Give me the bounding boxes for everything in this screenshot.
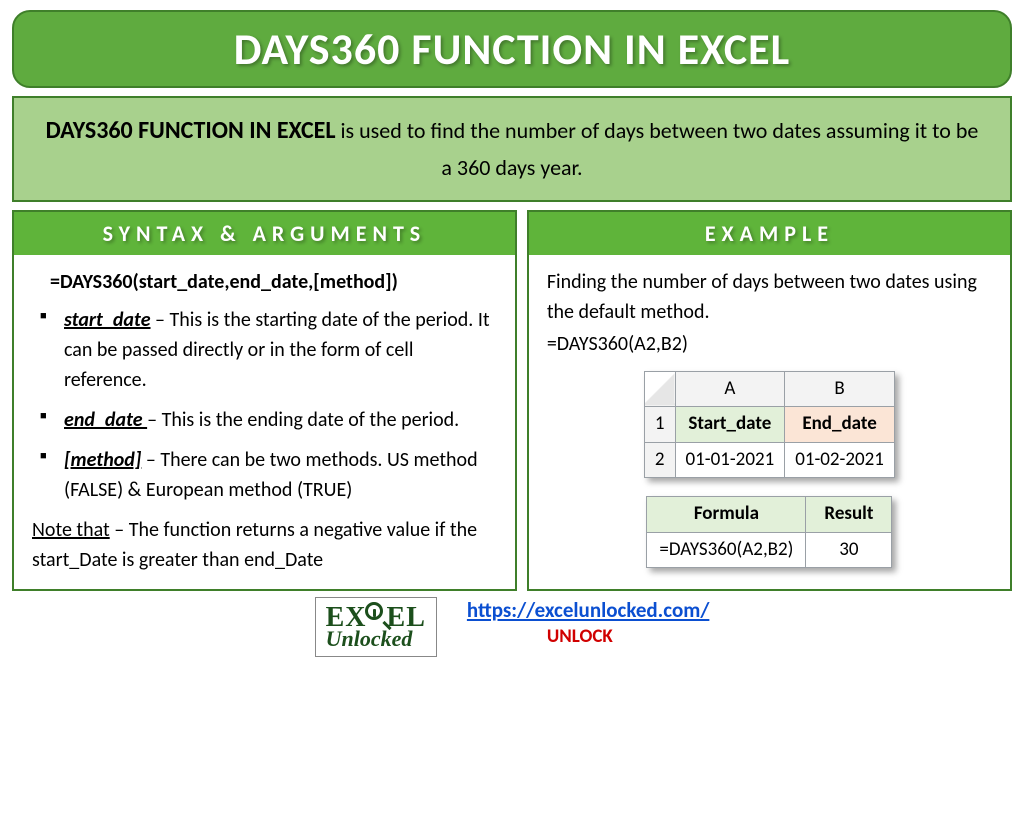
description-rest: is used to find the number of days betwe… (336, 117, 979, 181)
row-header-2: 2 (644, 442, 675, 478)
note-label: Note that (32, 518, 110, 542)
arg-item: start_date – This is the starting date o… (40, 305, 497, 395)
title-bar: DAYS360 FUNCTION IN EXCEL (12, 10, 1012, 88)
syntax-body: =DAYS360(start_date,end_date,[method]) s… (14, 255, 515, 589)
value-cell-end-date: 01-02-2021 (785, 442, 895, 478)
example-intro: Finding the number of days between two d… (547, 267, 992, 327)
example-heading: EXAMPLE (529, 212, 1010, 255)
infographic-page: DAYS360 FUNCTION IN EXCEL DAYS360 FUNCTI… (0, 0, 1024, 657)
table-corner (644, 371, 675, 407)
site-link[interactable]: https://excelunlocked.com/ (467, 597, 709, 623)
syntax-note: Note that – The function returns a negat… (32, 515, 497, 575)
argument-list: start_date – This is the starting date o… (32, 305, 497, 505)
footer: EXEL Unlocked https://excelunlocked.com/… (12, 597, 1012, 657)
result-value-cell: 30 (806, 532, 892, 568)
result-header-formula: Formula (647, 497, 806, 533)
header-cell-end-date: End_date (785, 407, 895, 443)
syntax-formula: =DAYS360(start_date,end_date,[method]) (50, 267, 497, 297)
arg-name: end_date (64, 408, 147, 432)
example-formula: =DAYS360(A2,B2) (547, 329, 992, 359)
description-bold: DAYS360 FUNCTION IN EXCEL (46, 116, 336, 145)
logo: EXEL Unlocked (315, 597, 437, 657)
columns: SYNTAX & ARGUMENTS =DAYS360(start_date,e… (12, 210, 1012, 591)
arg-name: [method] (64, 448, 141, 472)
logo-text-unlocked: Unlocked (326, 626, 426, 652)
example-panel: EXAMPLE Finding the number of days betwe… (527, 210, 1012, 591)
value-cell-start-date: 01-01-2021 (675, 442, 785, 478)
row-header-1: 1 (644, 407, 675, 443)
unlock-text: UNLOCK (547, 625, 709, 648)
example-result-table: Formula Result =DAYS360(A2,B2) 30 (646, 496, 892, 568)
arg-name: start_date (64, 308, 151, 332)
arg-desc: – This is the ending date of the period. (147, 408, 459, 432)
col-header-b: B (785, 371, 895, 407)
col-header-a: A (675, 371, 785, 407)
arg-item: [method] – There can be two methods. US … (40, 445, 497, 505)
header-cell-start-date: Start_date (675, 407, 785, 443)
example-body: Finding the number of days between two d… (529, 255, 1010, 583)
logo-line: EXEL Unlocked (326, 602, 426, 652)
syntax-panel: SYNTAX & ARGUMENTS =DAYS360(start_date,e… (12, 210, 517, 591)
example-data-table: A B 1 Start_date End_date 2 01-01-2021 0… (644, 371, 895, 479)
page-title: DAYS360 FUNCTION IN EXCEL (14, 22, 1010, 76)
result-formula-cell: =DAYS360(A2,B2) (647, 532, 806, 568)
footer-links: https://excelunlocked.com/ UNLOCK (467, 597, 709, 648)
syntax-heading: SYNTAX & ARGUMENTS (14, 212, 515, 255)
arg-item: end_date – This is the ending date of th… (40, 405, 497, 435)
result-header-result: Result (806, 497, 892, 533)
magnifier-icon (365, 602, 389, 626)
description-bar: DAYS360 FUNCTION IN EXCEL is used to fin… (12, 96, 1012, 202)
